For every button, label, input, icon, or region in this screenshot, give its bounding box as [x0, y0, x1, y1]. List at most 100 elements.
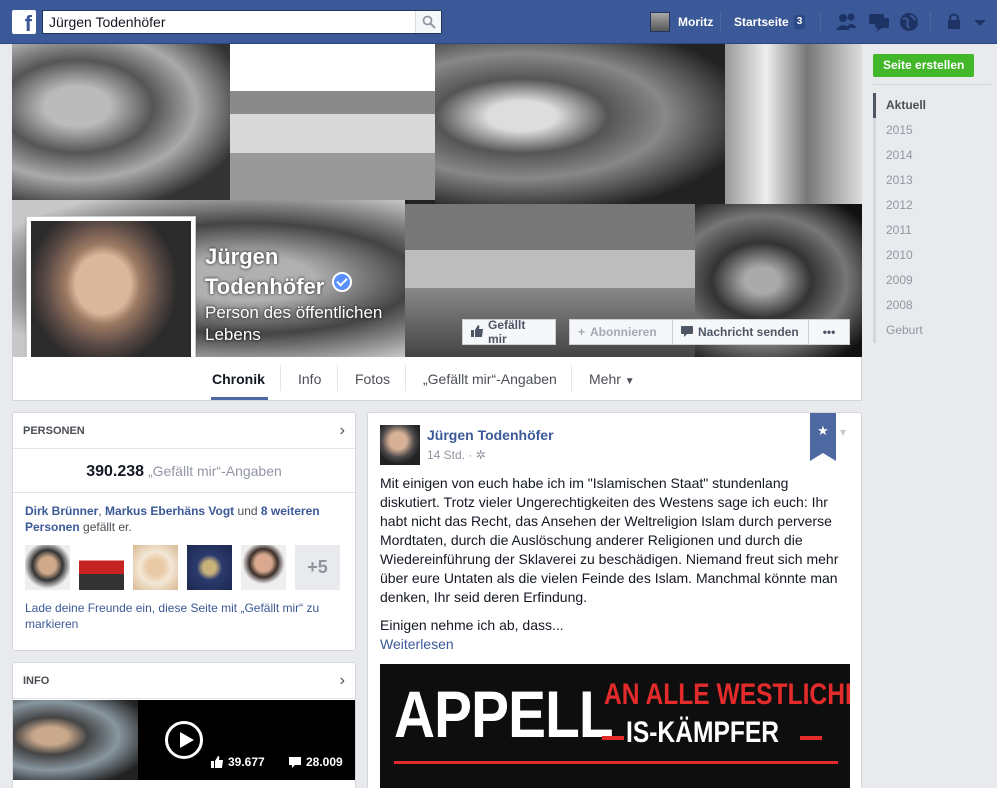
verified-badge-icon: [332, 272, 353, 292]
timeline-year-nav: Aktuell 2015 2014 2013 2012 2011 2010 20…: [873, 93, 993, 343]
friend-avatar[interactable]: [241, 545, 286, 590]
comment-icon: [289, 757, 301, 768]
page-category: Person des öffentlichen Lebens: [205, 303, 383, 344]
play-icon[interactable]: [165, 721, 203, 759]
year-item[interactable]: 2009: [873, 268, 993, 293]
year-item[interactable]: 2015: [873, 118, 993, 143]
nav-divider: [820, 12, 821, 32]
friend-avatar[interactable]: [187, 545, 232, 590]
plus-icon: +: [578, 325, 586, 339]
profile-picture-image: [31, 221, 191, 379]
page-title-line1: Jürgen: [205, 244, 279, 269]
more-options-button[interactable]: •••: [808, 319, 850, 345]
cover-collage-tile: [230, 44, 435, 200]
post-author-name[interactable]: Jürgen Todenhöfer: [427, 427, 554, 443]
friends-who-like: Dirk Brünner, Markus Eberhäns Vogt und 8…: [25, 504, 320, 534]
video-likes-count: 39.677: [228, 755, 265, 769]
tab-likes[interactable]: „Gefällt mir“-Angaben: [423, 371, 557, 387]
account-settings-chevron-down-icon[interactable]: [970, 10, 996, 34]
post-author-avatar[interactable]: [380, 425, 420, 465]
tab-mehr-label: Mehr: [589, 371, 621, 387]
facebook-logo-icon[interactable]: f: [12, 10, 36, 34]
home-link[interactable]: Startseite 3: [734, 15, 806, 29]
cover-collage-tile: [725, 44, 862, 204]
tab-chronik[interactable]: Chronik: [212, 371, 265, 387]
friend-avatar[interactable]: [25, 545, 70, 590]
year-item[interactable]: Aktuell: [873, 93, 993, 118]
friend-avatar[interactable]: [133, 545, 178, 590]
tab-info[interactable]: Info: [298, 371, 321, 387]
chevron-right-icon: ›: [339, 421, 345, 439]
user-name: Moritz: [678, 15, 714, 29]
like-page-label: Gefällt mir: [488, 318, 526, 346]
video-comments-count: 28.009: [306, 755, 343, 769]
friend-link[interactable]: Markus Eberhäns Vogt: [105, 504, 234, 518]
privacy-shortcuts-icon[interactable]: [944, 10, 970, 34]
year-item[interactable]: 2011: [873, 218, 993, 243]
tab-mehr[interactable]: Mehr ▼: [589, 371, 635, 387]
tab-fotos[interactable]: Fotos: [355, 371, 390, 387]
featured-video[interactable]: 39.677 28.009: [13, 700, 355, 780]
people-card-title: PERSONEN: [23, 424, 85, 437]
tab-divider: [571, 365, 572, 391]
likes-label: „Gefällt mir“-Angaben: [147, 463, 282, 479]
info-card: INFO › 39.677 28.009: [12, 662, 356, 788]
decorative-underline: [394, 761, 838, 764]
post-continuation: Einigen nehme ich ab, dass... Weiterlese…: [380, 616, 564, 654]
year-item[interactable]: 2013: [873, 168, 993, 193]
create-page-button[interactable]: Seite erstellen: [873, 54, 975, 77]
thumbs-up-icon: [471, 324, 483, 340]
friend-avatar[interactable]: [79, 545, 124, 590]
subscribe-button[interactable]: + Abonnieren: [569, 319, 673, 345]
messages-icon[interactable]: [866, 10, 892, 34]
send-message-button[interactable]: Nachricht senden: [672, 319, 809, 345]
year-item[interactable]: 2012: [873, 193, 993, 218]
page-tab-bar: Chronik Info Fotos „Gefällt mir“-Angaben…: [12, 357, 862, 401]
thumbs-up-icon: [211, 756, 223, 768]
tab-divider: [405, 365, 406, 391]
tab-divider: [280, 365, 281, 391]
year-item[interactable]: 2010: [873, 243, 993, 268]
and-text: und: [237, 504, 258, 518]
search-icon[interactable]: [415, 11, 441, 33]
nav-divider: [930, 12, 931, 32]
search-box: [42, 10, 442, 34]
chevron-down-icon: ▼: [624, 376, 635, 387]
year-item[interactable]: 2008: [873, 293, 993, 318]
post-body-text: Mit einigen von euch habe ich im "Islami…: [380, 475, 839, 605]
star-icon: ★: [817, 423, 829, 438]
more-options-label: •••: [822, 325, 836, 339]
like-page-button[interactable]: Gefällt mir: [462, 318, 556, 346]
profile-link[interactable]: Moritz: [650, 12, 713, 32]
avatar: [650, 12, 670, 32]
friend-link[interactable]: Dirk Brünner: [25, 504, 98, 518]
post-time-text: 14 Std. ·: [427, 448, 473, 462]
friend-requests-icon[interactable]: [834, 10, 860, 34]
read-more-link[interactable]: Weiterlesen: [380, 635, 564, 654]
more-friends-count[interactable]: +5: [295, 545, 340, 590]
page-title-line2: Todenhöfer: [205, 274, 325, 299]
post-timestamp[interactable]: 14 Std. · ✲: [427, 448, 486, 462]
video-likes: 39.677: [211, 755, 265, 769]
top-navigation-bar: f Moritz Startseite 3: [0, 0, 997, 44]
chevron-right-icon: ›: [339, 671, 345, 689]
people-card-header[interactable]: PERSONEN ›: [13, 413, 355, 449]
info-card-header[interactable]: INFO ›: [13, 663, 355, 699]
message-icon: [681, 325, 693, 340]
timeline-post: Jürgen Todenhöfer 14 Std. · ✲ ★ ▾ Mit ei…: [367, 412, 862, 788]
page-likes-count: 390.238 „Gefällt mir“-Angaben: [13, 449, 355, 493]
home-label: Startseite: [734, 15, 789, 29]
notifications-globe-icon[interactable]: [897, 10, 923, 34]
home-count-badge: 3: [793, 15, 806, 29]
year-item[interactable]: Geburt: [873, 318, 993, 343]
search-input[interactable]: [43, 11, 413, 33]
highlight-star-bookmark-icon[interactable]: ★: [810, 413, 836, 461]
info-card-title: INFO: [23, 674, 50, 687]
post-options-chevron-down-icon[interactable]: ▾: [840, 425, 846, 439]
invite-friends-link[interactable]: Lade deine Freunde ein, diese Seite mit …: [13, 590, 355, 642]
decorative-dash: [800, 736, 822, 740]
active-tab-indicator: [211, 397, 268, 400]
year-item[interactable]: 2014: [873, 143, 993, 168]
post-image[interactable]: APPELL AN ALLE WESTLICHEN IS-KÄMPFER: [380, 664, 850, 788]
post-continue-text: Einigen nehme ich ab, dass...: [380, 617, 564, 633]
